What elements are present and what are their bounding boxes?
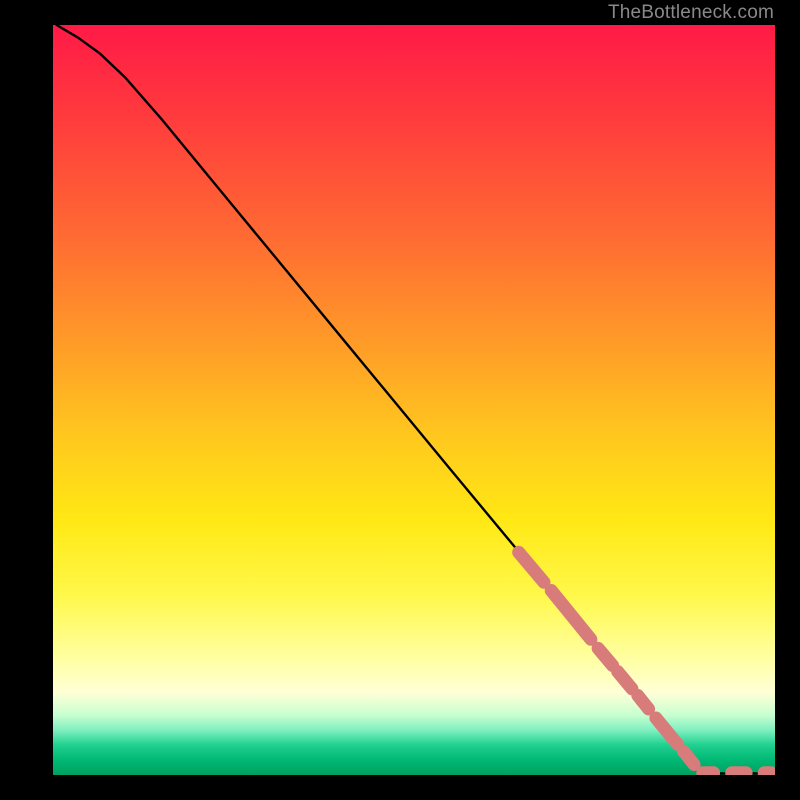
chart-svg	[53, 25, 775, 775]
chart-stage: TheBottleneck.com	[0, 0, 800, 800]
overlay-dashed-line	[519, 552, 772, 773]
plot-area	[53, 25, 775, 775]
curve-line	[57, 25, 772, 774]
attribution-label: TheBottleneck.com	[608, 2, 774, 24]
